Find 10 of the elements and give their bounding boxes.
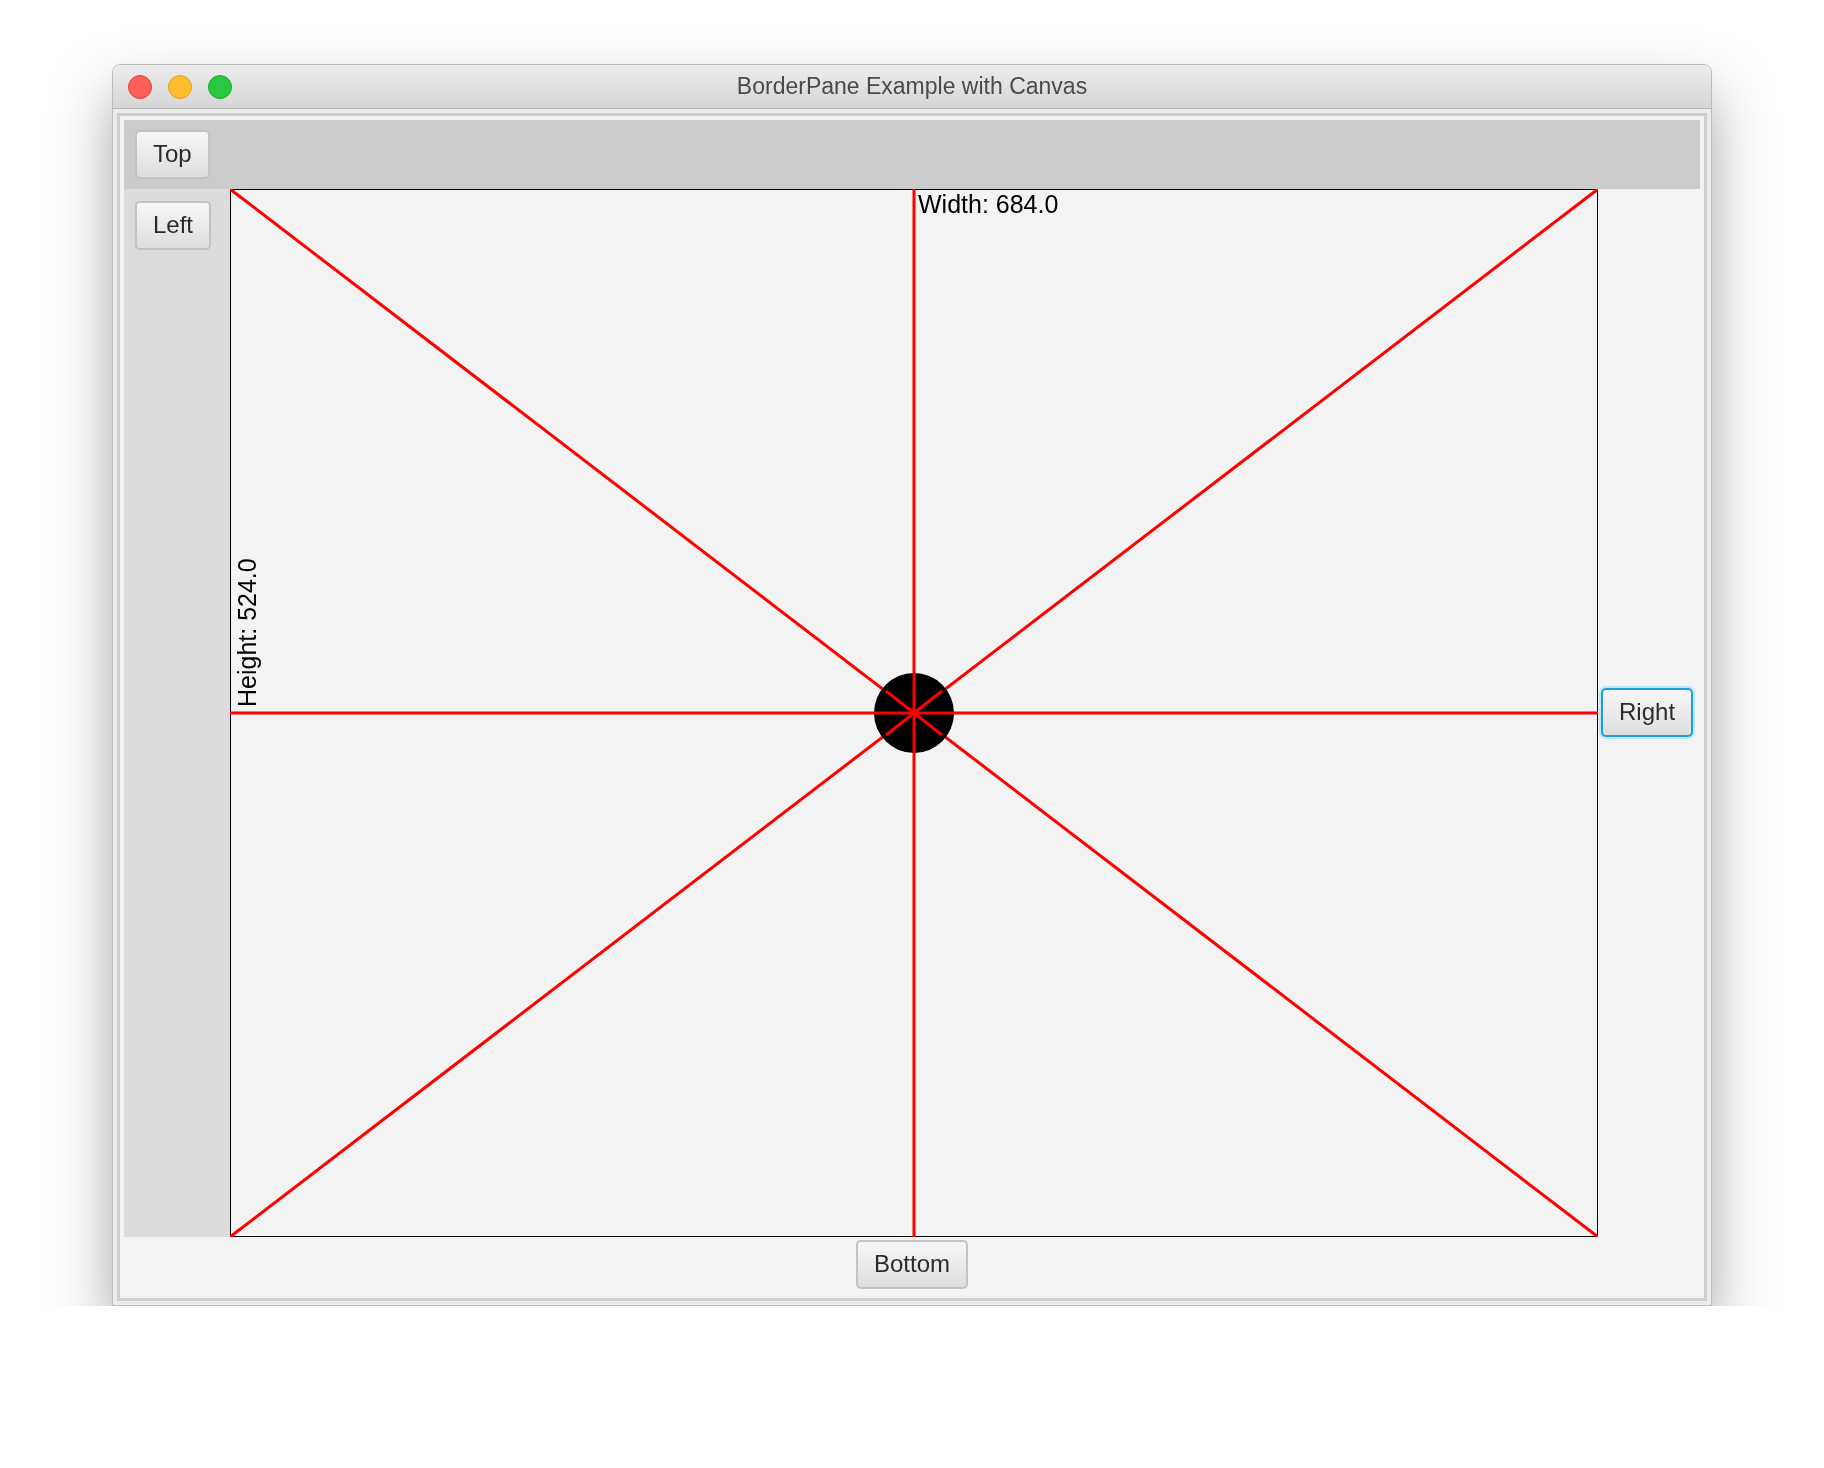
bottom-button[interactable]: Bottom: [856, 1239, 968, 1289]
window-title: BorderPane Example with Canvas: [736, 72, 1088, 102]
maximize-button[interactable]: [208, 75, 232, 99]
right-button[interactable]: Right: [1601, 688, 1694, 738]
close-button[interactable]: [128, 75, 152, 99]
left-button[interactable]: Left: [135, 200, 212, 250]
width-label: Width: 684.0: [918, 189, 1059, 218]
top-button[interactable]: Top: [135, 130, 210, 179]
height-label: Height: 524.0: [233, 558, 261, 707]
minimize-button[interactable]: [168, 75, 192, 99]
